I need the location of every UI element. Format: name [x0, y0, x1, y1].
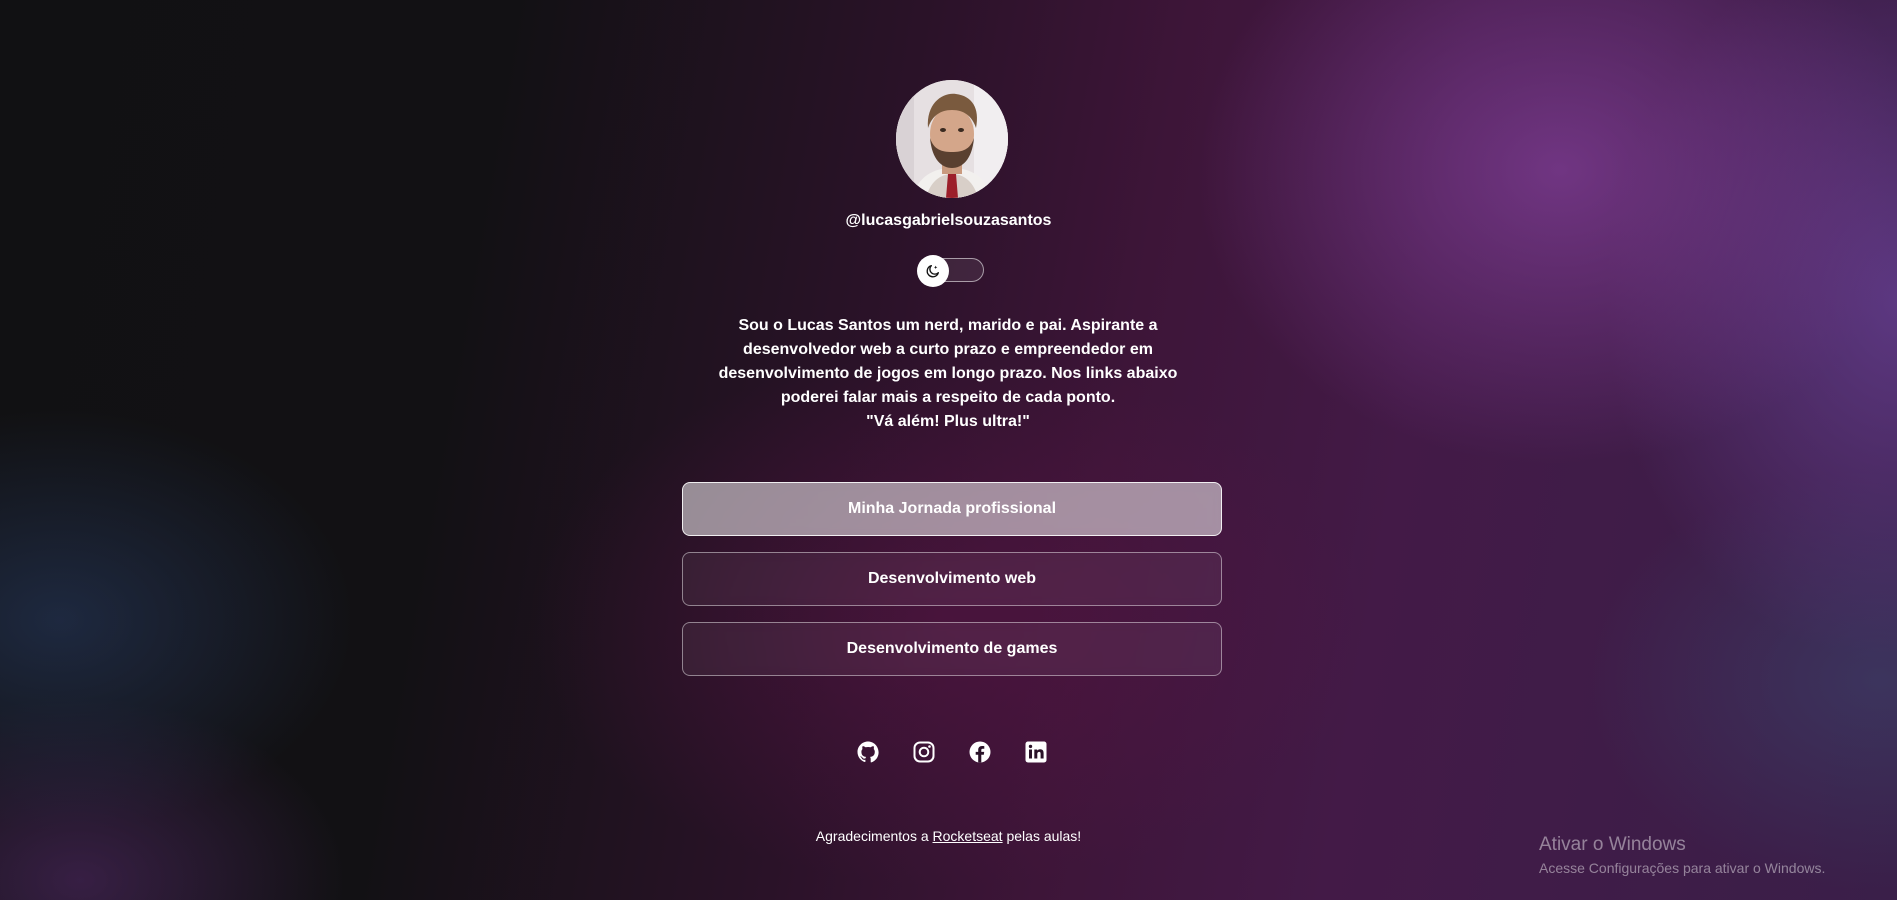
link-button-desenvolvimento-web[interactable]: Desenvolvimento web — [682, 552, 1222, 606]
theme-toggle-switch[interactable] — [917, 255, 984, 287]
linkedin-link[interactable] — [1020, 740, 1052, 764]
github-link[interactable] — [852, 740, 884, 764]
bio-line: poderei falar mais a respeito de cada po… — [780, 389, 1116, 406]
bio-line: Sou o Lucas Santos um nerd, marido e pai… — [738, 317, 1158, 334]
link-list: Minha Jornada profissional Desenvolvimen… — [682, 482, 1222, 692]
link-button-desenvolvimento-games[interactable]: Desenvolvimento de games — [682, 622, 1222, 676]
social-links — [852, 740, 1052, 764]
bio-text: Sou o Lucas Santos um nerd, marido e pai… — [698, 314, 1198, 434]
facebook-icon — [969, 741, 991, 763]
footer-suffix: pelas aulas! — [1006, 828, 1082, 844]
theme-toggle-knob[interactable] — [917, 255, 949, 287]
github-icon — [857, 741, 879, 763]
link-button-minha-jornada[interactable]: Minha Jornada profissional — [682, 482, 1222, 536]
facebook-link[interactable] — [964, 740, 996, 764]
username: @lucasgabrielsouzasantos — [845, 212, 1052, 229]
avatar-photo — [896, 80, 1008, 198]
rocketseat-link[interactable]: Rocketseat — [933, 828, 1003, 844]
watermark-title: Ativar o Windows — [1539, 834, 1686, 855]
footer-prefix: Agradecimentos a — [815, 828, 929, 844]
linkedin-icon — [1025, 741, 1047, 763]
watermark-subtitle: Acesse Configurações para ativar o Windo… — [1539, 860, 1826, 876]
bio-line: desenvolvedor web a curto prazo e empree… — [743, 341, 1153, 358]
bio-line: desenvolvimento de jogos em longo prazo.… — [718, 365, 1178, 382]
windows-activation-watermark: Ativar o Windows Acesse Configurações pa… — [1539, 834, 1825, 876]
bio-quote: "Vá além! Plus ultra!" — [866, 413, 1030, 430]
instagram-icon — [913, 741, 935, 763]
moon-icon — [926, 265, 939, 278]
avatar — [896, 80, 1008, 198]
instagram-link[interactable] — [908, 740, 940, 764]
